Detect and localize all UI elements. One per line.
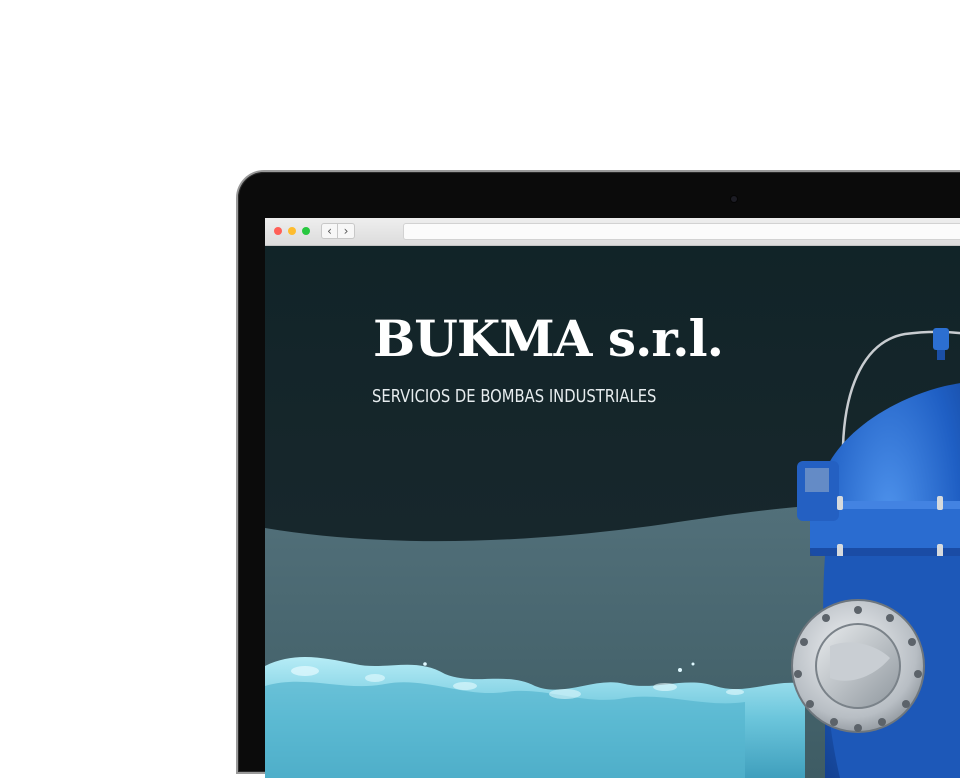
address-bar[interactable] — [403, 223, 960, 240]
close-window-icon[interactable] — [274, 227, 282, 235]
brand-title: BUKMA s.r.l. — [373, 309, 724, 368]
forward-button[interactable]: › — [338, 223, 355, 239]
chevron-left-icon: ‹ — [327, 224, 332, 238]
laptop-mockup: ‹ › BUKMA s.r.l. SERVICIOS DE BOMBAS IND… — [238, 172, 960, 778]
chevron-right-icon: › — [343, 224, 349, 238]
website-hero: BUKMA s.r.l. SERVICIOS DE BOMBAS INDUSTR… — [265, 246, 960, 778]
maximize-window-icon[interactable] — [302, 227, 310, 235]
pump-illustration — [791, 328, 960, 778]
brand-subtitle: SERVICIOS DE BOMBAS INDUSTRIALES — [372, 386, 657, 407]
laptop-screen: ‹ › BUKMA s.r.l. SERVICIOS DE BOMBAS IND… — [265, 218, 960, 778]
back-button[interactable]: ‹ — [321, 223, 338, 239]
minimize-window-icon[interactable] — [288, 227, 296, 235]
webcam-icon — [731, 196, 737, 202]
browser-toolbar: ‹ › — [265, 218, 960, 246]
